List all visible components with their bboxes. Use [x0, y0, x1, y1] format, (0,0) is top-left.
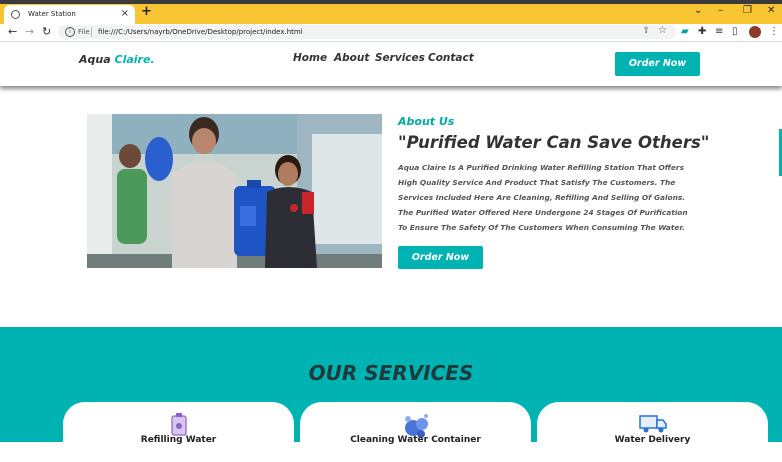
tab-search-chevron-icon[interactable]: ⌄: [694, 6, 702, 16]
reload-icon[interactable]: ↻: [42, 26, 51, 38]
extension-icon[interactable]: ▰: [681, 26, 689, 38]
header-order-now-button[interactable]: Order Now: [615, 52, 700, 76]
media-queue-icon[interactable]: ≡: [715, 26, 723, 38]
window-top-edge: [0, 0, 782, 4]
bookmark-star-icon[interactable]: ☆: [658, 25, 667, 36]
tab-title: Water Station: [28, 10, 76, 18]
service-card-refilling[interactable]: Refilling Water: [63, 402, 294, 462]
browser-tab-strip: Water Station × + ⌄ – ❐ ✕: [0, 0, 782, 24]
logo-main: Aqua: [79, 53, 111, 66]
service-card-title: Refilling Water: [140, 435, 217, 445]
nav-home[interactable]: Home: [293, 52, 327, 64]
about-label: About Us: [398, 115, 455, 128]
url-text[interactable]: file:///C:/Users/nayrb/OneDrive/Desktop/…: [98, 28, 303, 36]
nav-services[interactable]: Services: [375, 52, 425, 64]
omnibox-divider: [91, 27, 92, 37]
about-description: Aqua Claire Is A Purified Drinking Water…: [398, 163, 688, 232]
address-toolbar: ← → ↻ i File file:///C:/Users/nayrb/OneD…: [0, 24, 782, 42]
service-card-title: Water Delivery: [614, 435, 691, 445]
puzzle-icon[interactable]: ✚: [698, 26, 706, 38]
service-card-delivery[interactable]: Water Delivery: [537, 402, 768, 462]
nav-about[interactable]: About: [334, 52, 369, 64]
minimize-icon[interactable]: –: [718, 6, 723, 16]
about-photo: [87, 114, 382, 268]
about-heading: "Purified Water Can Save Others": [398, 133, 710, 152]
omnibox[interactable]: i File file:///C:/Users/nayrb/OneDrive/D…: [58, 25, 676, 39]
globe-icon: [11, 10, 20, 19]
close-window-icon[interactable]: ✕: [767, 6, 775, 16]
info-icon[interactable]: i: [65, 27, 75, 37]
profile-avatar[interactable]: [749, 26, 761, 38]
services-title: OUR SERVICES: [308, 361, 474, 385]
new-tab-button[interactable]: +: [141, 5, 152, 19]
side-panel-icon[interactable]: ▯: [732, 26, 738, 38]
people-photo-illustration: [87, 114, 382, 268]
about-order-now-button[interactable]: Order Now: [398, 246, 483, 269]
service-card-cleaning[interactable]: Cleaning Water Container: [300, 402, 531, 462]
tab-close-icon[interactable]: ×: [121, 8, 129, 19]
browser-tab[interactable]: Water Station ×: [4, 5, 135, 24]
services-section: OUR SERVICES Refilling Water Cleaning Wa…: [0, 327, 782, 462]
menu-kebab-icon[interactable]: ⋮: [769, 26, 779, 38]
back-arrow-icon[interactable]: ←: [8, 26, 17, 38]
protocol-label: File: [78, 28, 90, 36]
nav-contact[interactable]: Contact: [428, 52, 474, 64]
forward-arrow-icon[interactable]: →: [25, 26, 34, 38]
site-header: Aqua Claire. Home About Services Contact…: [0, 42, 782, 86]
share-icon[interactable]: ⇪: [642, 26, 650, 36]
site-logo[interactable]: Aqua Claire.: [79, 53, 155, 66]
restore-icon[interactable]: ❐: [743, 6, 752, 16]
service-card-title: Cleaning Water Container: [350, 435, 481, 445]
logo-accent: Claire.: [114, 53, 155, 66]
